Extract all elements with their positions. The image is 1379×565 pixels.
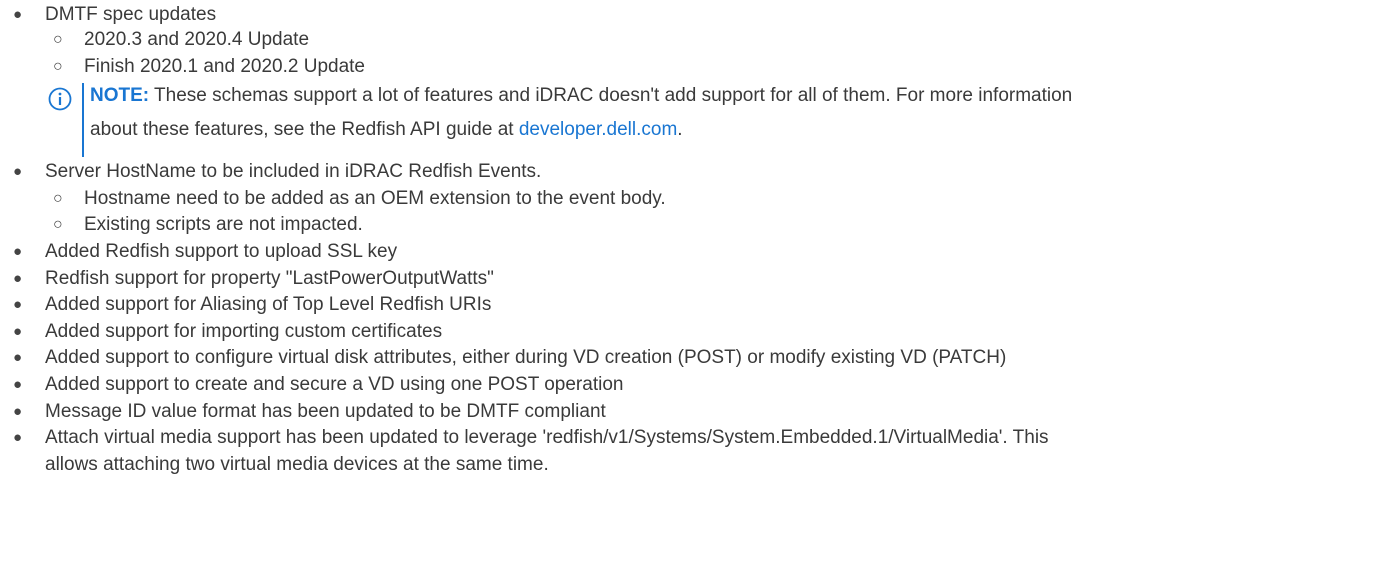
bullet-icon: ● [13, 163, 23, 180]
sub-list-item-text: Existing scripts are not impacted. [84, 214, 363, 235]
list-item-text: Added support to create and secure a VD … [45, 374, 624, 395]
bullet-icon: ● [13, 270, 23, 287]
list-item-text: Server HostName to be included in iDRAC … [45, 161, 542, 182]
release-notes-list: ● DMTF spec updates ○ 2020.3 and 2020.4 … [0, 0, 1379, 565]
note-text: NOTE: These schemas support a lot of fea… [90, 81, 1072, 110]
note-body-end: . [677, 119, 683, 140]
bullet-icon: ● [13, 243, 23, 260]
bullet-icon: ● [13, 403, 23, 420]
note-body-line2: about these features, see the Redfish AP… [90, 119, 519, 140]
list-item-text: Message ID value format has been updated… [45, 401, 606, 422]
note-label: NOTE: [90, 85, 150, 106]
bullet-icon: ● [13, 296, 23, 313]
sub-list-item-text: 2020.3 and 2020.4 Update [84, 29, 310, 50]
note-divider [82, 83, 84, 157]
sub-list-item-text: Finish 2020.1 and 2020.2 Update [84, 56, 365, 77]
hollow-bullet-icon: ○ [53, 31, 63, 48]
list-item-text-continued: allows attaching two virtual media devic… [45, 454, 549, 475]
hollow-bullet-icon: ○ [53, 58, 63, 75]
developer-dell-link[interactable]: developer.dell.com [519, 119, 677, 140]
info-circle-icon [48, 87, 72, 111]
sub-list-item-text: Hostname need to be added as an OEM exte… [84, 188, 666, 209]
bullet-icon: ● [13, 349, 23, 366]
list-item-text: Added Redfish support to upload SSL key [45, 241, 398, 262]
list-item-text: Attach virtual media support has been up… [45, 427, 1049, 448]
list-item-text: Redfish support for property "LastPowerO… [45, 268, 494, 289]
hollow-bullet-icon: ○ [53, 216, 63, 233]
bullet-icon: ● [13, 6, 23, 23]
bullet-icon: ● [13, 323, 23, 340]
note-body-line1: These schemas support a lot of features … [154, 85, 1073, 106]
note-text-continued: about these features, see the Redfish AP… [90, 115, 683, 144]
bullet-icon: ● [13, 376, 23, 393]
list-item-text: Added support for importing custom certi… [45, 321, 443, 342]
hollow-bullet-icon: ○ [53, 190, 63, 207]
list-item-text: Added support for Aliasing of Top Level … [45, 294, 492, 315]
note-callout: NOTE: These schemas support a lot of fea… [48, 81, 1368, 157]
list-item-text: Added support to configure virtual disk … [45, 347, 1007, 368]
bullet-icon: ● [13, 429, 23, 446]
